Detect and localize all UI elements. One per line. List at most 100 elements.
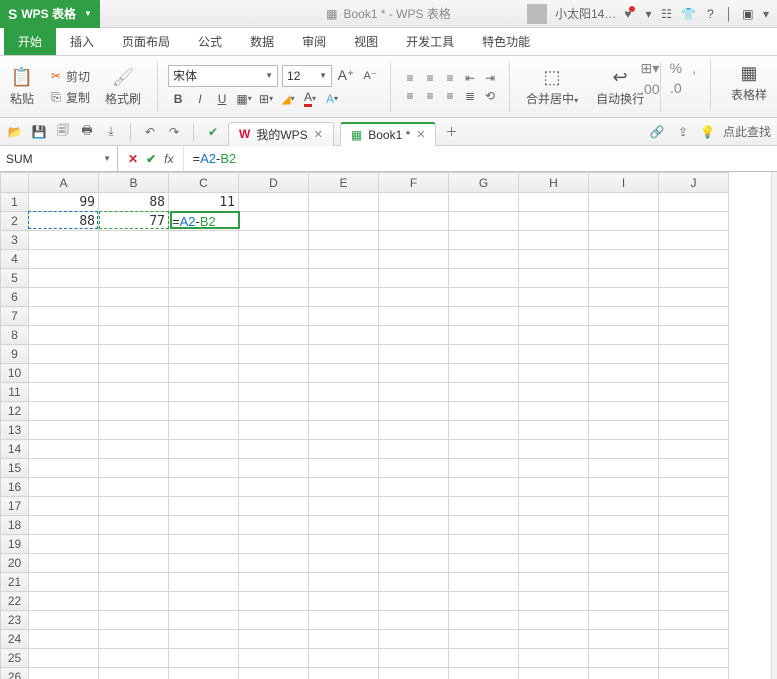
cell-I17[interactable]: [589, 497, 659, 516]
cell-B18[interactable]: [99, 516, 169, 535]
number-format-icon[interactable]: .00: [640, 81, 659, 97]
close-tab-icon[interactable]: ✕: [314, 128, 323, 141]
cell-A16[interactable]: [29, 478, 99, 497]
cell-C15[interactable]: [169, 459, 239, 478]
align-right-button[interactable]: ≡: [441, 88, 459, 104]
row-header-7[interactable]: 7: [1, 307, 29, 326]
cell-A15[interactable]: [29, 459, 99, 478]
cell-A22[interactable]: [29, 592, 99, 611]
cell-H5[interactable]: [519, 269, 589, 288]
cell-E16[interactable]: [309, 478, 379, 497]
spreadsheet-grid[interactable]: A B C D E F G H I J 199881128877=A2-B234…: [0, 172, 729, 679]
row-header-21[interactable]: 21: [1, 573, 29, 592]
cell-C3[interactable]: [169, 231, 239, 250]
cell-D20[interactable]: [239, 554, 309, 573]
cell-B16[interactable]: [99, 478, 169, 497]
fill-color-button[interactable]: ◢▾: [278, 89, 298, 109]
cell-B17[interactable]: [99, 497, 169, 516]
italic-button[interactable]: I: [190, 89, 210, 109]
cell-B5[interactable]: [99, 269, 169, 288]
cell-J14[interactable]: [659, 440, 729, 459]
cell-B20[interactable]: [99, 554, 169, 573]
cell-D26[interactable]: [239, 668, 309, 679]
cell-A17[interactable]: [29, 497, 99, 516]
cell-D8[interactable]: [239, 326, 309, 345]
row-header-17[interactable]: 17: [1, 497, 29, 516]
cell-J23[interactable]: [659, 611, 729, 630]
cell-A3[interactable]: [29, 231, 99, 250]
doc-tab-mywps[interactable]: W 我的WPS ✕: [228, 122, 334, 146]
cell-F12[interactable]: [379, 402, 449, 421]
cell-F13[interactable]: [379, 421, 449, 440]
shirt-icon[interactable]: 👕: [681, 7, 695, 21]
cell-C9[interactable]: [169, 345, 239, 364]
cell-J20[interactable]: [659, 554, 729, 573]
row-header-15[interactable]: 15: [1, 459, 29, 478]
cell-D13[interactable]: [239, 421, 309, 440]
cell-J7[interactable]: [659, 307, 729, 326]
menu-tab-formula[interactable]: 公式: [184, 28, 236, 55]
cell-E15[interactable]: [309, 459, 379, 478]
col-header-F[interactable]: F: [379, 173, 449, 193]
col-header-H[interactable]: H: [519, 173, 589, 193]
cell-H25[interactable]: [519, 649, 589, 668]
cell-J8[interactable]: [659, 326, 729, 345]
align-bottom-button[interactable]: ≡: [441, 70, 459, 86]
cell-E22[interactable]: [309, 592, 379, 611]
cell-J1[interactable]: [659, 193, 729, 212]
cell-D3[interactable]: [239, 231, 309, 250]
cell-A7[interactable]: [29, 307, 99, 326]
cell-E21[interactable]: [309, 573, 379, 592]
cell-G7[interactable]: [449, 307, 519, 326]
row-header-25[interactable]: 25: [1, 649, 29, 668]
align-left-button[interactable]: ≡: [401, 88, 419, 104]
cell-I21[interactable]: [589, 573, 659, 592]
cell-J2[interactable]: [659, 212, 729, 231]
cell-I15[interactable]: [589, 459, 659, 478]
cell-D7[interactable]: [239, 307, 309, 326]
cell-C8[interactable]: [169, 326, 239, 345]
row-header-3[interactable]: 3: [1, 231, 29, 250]
heart-icon[interactable]: ♥: [624, 7, 637, 21]
cell-D23[interactable]: [239, 611, 309, 630]
cell-I3[interactable]: [589, 231, 659, 250]
cell-I6[interactable]: [589, 288, 659, 307]
cell-H24[interactable]: [519, 630, 589, 649]
cell-I20[interactable]: [589, 554, 659, 573]
row-header-26[interactable]: 26: [1, 668, 29, 679]
cell-E13[interactable]: [309, 421, 379, 440]
cell-A11[interactable]: [29, 383, 99, 402]
cell-B22[interactable]: [99, 592, 169, 611]
font-color-button[interactable]: A▾: [300, 89, 320, 109]
cell-J21[interactable]: [659, 573, 729, 592]
cell-B15[interactable]: [99, 459, 169, 478]
cell-G19[interactable]: [449, 535, 519, 554]
align-top-button[interactable]: ≡: [401, 70, 419, 86]
decimal-icon[interactable]: .0: [670, 80, 682, 96]
cell-J6[interactable]: [659, 288, 729, 307]
cell-F21[interactable]: [379, 573, 449, 592]
cell-E20[interactable]: [309, 554, 379, 573]
cell-E8[interactable]: [309, 326, 379, 345]
cell-I12[interactable]: [589, 402, 659, 421]
cell-A5[interactable]: [29, 269, 99, 288]
cell-D1[interactable]: [239, 193, 309, 212]
cell-B24[interactable]: [99, 630, 169, 649]
cell-C6[interactable]: [169, 288, 239, 307]
cell-C25[interactable]: [169, 649, 239, 668]
cell-D15[interactable]: [239, 459, 309, 478]
cell-A2[interactable]: 88: [29, 212, 99, 231]
cell-D9[interactable]: [239, 345, 309, 364]
redo-icon[interactable]: ↷: [165, 123, 183, 141]
cell-A21[interactable]: [29, 573, 99, 592]
cell-B4[interactable]: [99, 250, 169, 269]
cell-H7[interactable]: [519, 307, 589, 326]
cell-G9[interactable]: [449, 345, 519, 364]
row-header-12[interactable]: 12: [1, 402, 29, 421]
cell-H9[interactable]: [519, 345, 589, 364]
cell-A23[interactable]: [29, 611, 99, 630]
row-header-6[interactable]: 6: [1, 288, 29, 307]
cell-H11[interactable]: [519, 383, 589, 402]
font-size-select[interactable]: 12 ▼: [282, 65, 332, 87]
cell-A6[interactable]: [29, 288, 99, 307]
